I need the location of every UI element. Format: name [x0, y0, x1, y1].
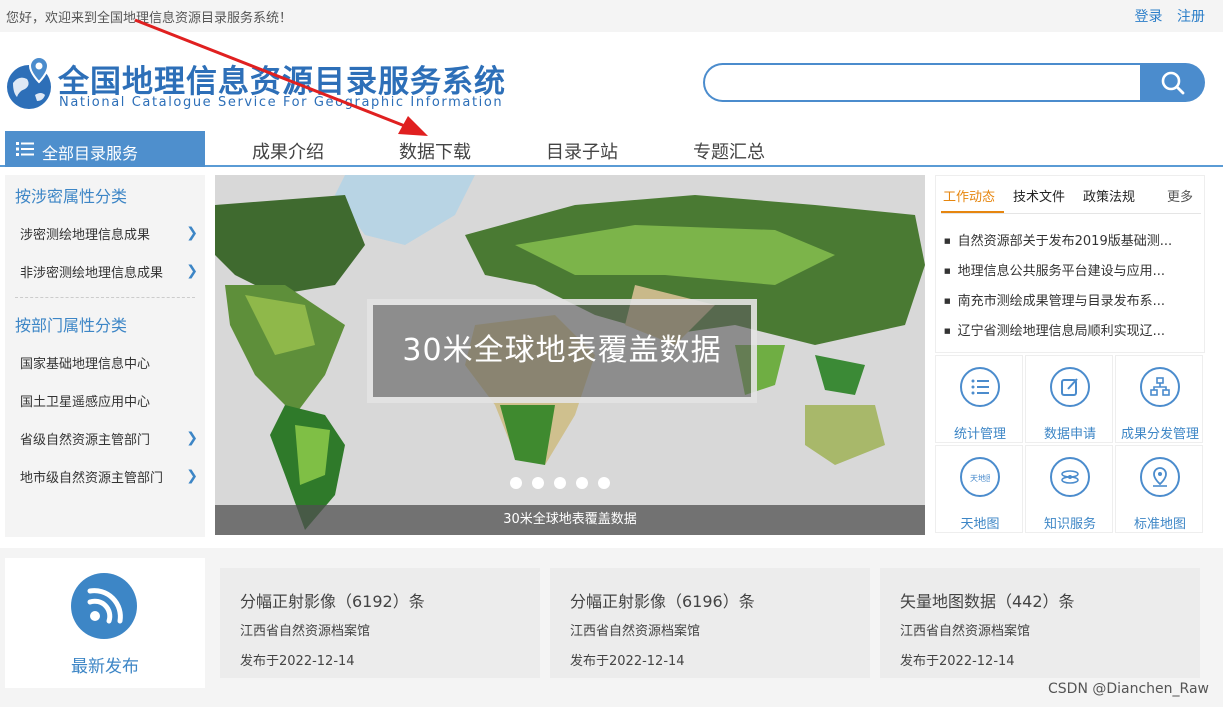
- org-chart-icon: [1150, 377, 1170, 396]
- category-sidebar: 按涉密属性分类 涉密测绘地理信息成果 ❯ 非涉密测绘地理信息成果 ❯ 按部门属性分类…: [5, 175, 205, 537]
- tab-results-intro[interactable]: 成果介绍: [252, 138, 324, 164]
- service-label: 天地图: [960, 517, 1000, 532]
- tab-topic-summary[interactable]: 专题汇总: [693, 138, 765, 164]
- sidebar-section-secrecy: 按涉密属性分类: [15, 187, 128, 206]
- release-org: 江西省自然资源档案馆: [900, 624, 1031, 639]
- edit-icon: [1061, 378, 1078, 396]
- sidebar-item-label: 非涉密测绘地理信息成果: [20, 266, 164, 281]
- release-title: 分幅正射影像（6192）条: [240, 592, 425, 611]
- news-item[interactable]: 地理信息公共服务平台建设与应用...: [944, 260, 1194, 279]
- sidebar-divider: [15, 297, 195, 298]
- sidebar-item-provincial[interactable]: 省级自然资源主管部门 ❯: [20, 429, 205, 448]
- carousel-dot[interactable]: [554, 477, 566, 489]
- release-org: 江西省自然资源档案馆: [570, 624, 701, 639]
- all-catalog-menu[interactable]: 全部目录服务: [5, 131, 205, 167]
- news-item[interactable]: 辽宁省测绘地理信息局顺利实现辽...: [944, 320, 1194, 339]
- release-date: 发布于2022-12-14: [240, 654, 355, 669]
- release-title: 矢量地图数据（442）条: [900, 592, 1075, 611]
- news-panel: 工作动态 技术文件 政策法规 更多 自然资源部关于发布2019版基础测... 地…: [935, 175, 1205, 353]
- service-tianditu[interactable]: 天地图 天地图: [935, 445, 1023, 533]
- service-label: 成果分发管理: [1120, 427, 1199, 442]
- login-link[interactable]: 登录: [1135, 9, 1163, 25]
- csdn-watermark: CSDN @Dianchen_Raw: [1048, 681, 1209, 697]
- site-subtitle: National Catalogue Service For Geographi…: [59, 95, 504, 110]
- rss-icon: [71, 573, 137, 639]
- chevron-right-icon: ❯: [186, 468, 198, 484]
- account-links: 登录 注册: [1125, 6, 1205, 26]
- sidebar-item-municipal[interactable]: 地市级自然资源主管部门 ❯: [20, 467, 205, 486]
- register-link[interactable]: 注册: [1177, 9, 1205, 25]
- release-date: 发布于2022-12-14: [900, 654, 1015, 669]
- service-standard-map[interactable]: 标准地图: [1115, 445, 1203, 533]
- svg-text:天地图: 天地图: [970, 473, 990, 483]
- search-button[interactable]: [1140, 63, 1205, 102]
- sidebar-item-label: 国家基础地理信息中心: [20, 357, 151, 372]
- map-pin-icon: [1153, 467, 1167, 487]
- sidebar-item-label: 地市级自然资源主管部门: [20, 471, 164, 486]
- carousel-dot[interactable]: [510, 477, 522, 489]
- tianditu-logo-icon: 天地图: [970, 473, 990, 483]
- sidebar-item-label: 省级自然资源主管部门: [20, 433, 151, 448]
- welcome-text: 您好，欢迎来到全国地理信息资源目录服务系统！: [6, 11, 293, 26]
- tab-policies[interactable]: 政策法规: [1083, 186, 1135, 205]
- list-icon: [971, 379, 989, 395]
- service-knowledge[interactable]: 知识服务: [1025, 445, 1113, 533]
- sidebar-item-satellite-center[interactable]: 国土卫星遥感应用中心: [20, 391, 205, 410]
- service-distribution[interactable]: 成果分发管理: [1115, 355, 1203, 443]
- service-grid: 统计管理 数据申请 成果分发管理 天地图 天地图 知识服务 标准地图: [935, 355, 1205, 535]
- latest-release-label: 最新发布: [71, 657, 139, 677]
- search-input[interactable]: [703, 63, 1143, 102]
- latest-release-block[interactable]: 最新发布: [5, 558, 205, 688]
- release-org: 江西省自然资源档案馆: [240, 624, 371, 639]
- release-card[interactable]: 分幅正射影像（6196）条 江西省自然资源档案馆 发布于2022-12-14: [550, 568, 870, 678]
- news-item[interactable]: 自然资源部关于发布2019版基础测...: [944, 230, 1194, 249]
- release-title: 分幅正射影像（6196）条: [570, 592, 755, 611]
- carousel-dot[interactable]: [532, 477, 544, 489]
- search-bar: [703, 63, 1205, 102]
- search-icon: [1161, 71, 1185, 95]
- globe-pin-logo-icon[interactable]: [5, 55, 53, 111]
- service-data-request[interactable]: 数据申请: [1025, 355, 1113, 443]
- sidebar-item-label: 国土卫星遥感应用中心: [20, 395, 151, 410]
- chevron-right-icon: ❯: [186, 263, 198, 279]
- knowledge-network-icon: [1061, 470, 1079, 484]
- release-card[interactable]: 矢量地图数据（442）条 江西省自然资源档案馆 发布于2022-12-14: [880, 568, 1200, 678]
- carousel-banner[interactable]: 30米全球地表覆盖数据 30米全球地表覆盖数据: [215, 175, 925, 535]
- list-menu-icon: [16, 142, 34, 156]
- sidebar-item-unclassified[interactable]: 非涉密测绘地理信息成果 ❯: [20, 262, 205, 281]
- banner-title-box: 30米全球地表覆盖数据: [367, 299, 757, 403]
- service-statistics[interactable]: 统计管理: [935, 355, 1023, 443]
- tab-catalog-substations[interactable]: 目录子站: [546, 138, 618, 164]
- sidebar-item-classified[interactable]: 涉密测绘地理信息成果 ❯: [20, 224, 205, 243]
- service-label: 标准地图: [1133, 517, 1186, 532]
- sidebar-item-ngcc[interactable]: 国家基础地理信息中心: [20, 353, 205, 372]
- tab-divider: [941, 213, 1201, 214]
- tab-work-news[interactable]: 工作动态: [943, 186, 995, 205]
- banner-caption: 30米全球地表覆盖数据: [215, 505, 925, 535]
- service-label: 知识服务: [1043, 517, 1096, 532]
- release-card[interactable]: 分幅正射影像（6192）条 江西省自然资源档案馆 发布于2022-12-14: [220, 568, 540, 678]
- more-link[interactable]: 更多: [1167, 186, 1193, 205]
- news-item[interactable]: 南充市测绘成果管理与目录发布系...: [944, 290, 1194, 309]
- tab-tech-docs[interactable]: 技术文件: [1013, 186, 1065, 205]
- top-bar: 您好，欢迎来到全国地理信息资源目录服务系统！ 登录 注册: [0, 0, 1223, 32]
- carousel-dot[interactable]: [598, 477, 610, 489]
- chevron-right-icon: ❯: [186, 430, 198, 446]
- service-label: 统计管理: [953, 427, 1006, 442]
- tab-data-download[interactable]: 数据下载: [399, 138, 471, 164]
- all-catalog-label: 全部目录服务: [42, 144, 139, 163]
- sidebar-item-label: 涉密测绘地理信息成果: [20, 228, 151, 243]
- active-tab-indicator: [941, 211, 1004, 213]
- sidebar-section-department: 按部门属性分类: [15, 316, 128, 335]
- release-date: 发布于2022-12-14: [570, 654, 685, 669]
- chevron-right-icon: ❯: [186, 225, 198, 241]
- carousel-dot[interactable]: [576, 477, 588, 489]
- service-label: 数据申请: [1043, 427, 1096, 442]
